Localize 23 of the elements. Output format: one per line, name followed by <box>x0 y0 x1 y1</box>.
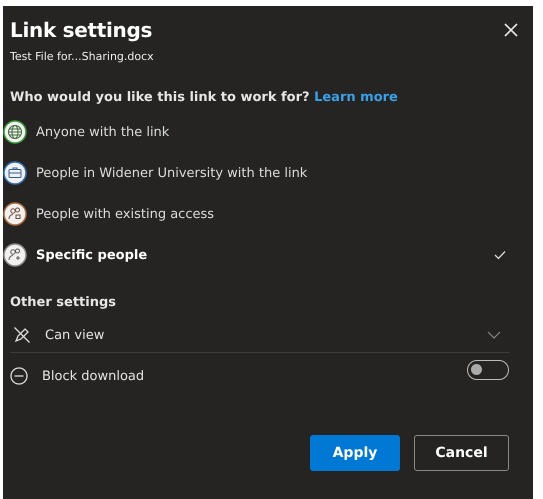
link-option[interactable]: People in Widener University with the link <box>3 160 533 186</box>
cancel-button[interactable]: Cancel <box>414 435 509 471</box>
briefcase-icon <box>3 161 27 185</box>
block-download-toggle[interactable] <box>467 360 509 380</box>
section-heading: Other settings <box>10 295 118 310</box>
no-edit-icon <box>13 326 31 344</box>
block-download-label: Block download <box>42 368 144 384</box>
file-name: Test File for...Sharing.docx <box>10 50 155 63</box>
people-icon <box>3 243 27 267</box>
globe-icon <box>3 120 27 144</box>
check-icon <box>494 250 506 260</box>
learn-more-link[interactable]: Learn more <box>314 90 398 105</box>
chevron-down-icon <box>487 331 501 339</box>
link-option[interactable]: People with existing access <box>3 201 533 227</box>
block-icon <box>10 367 28 385</box>
apply-button[interactable]: Apply <box>310 435 400 471</box>
link-option[interactable]: Anyone with the link <box>3 119 533 145</box>
people-icon <box>3 202 27 226</box>
dialog-title: Link settings <box>10 18 152 42</box>
permission-dropdown[interactable]: Can view <box>10 320 509 353</box>
close-icon[interactable] <box>503 22 519 38</box>
question-text: Who would you like this link to work for? <box>10 90 310 105</box>
link-option[interactable]: Specific people <box>3 242 533 268</box>
